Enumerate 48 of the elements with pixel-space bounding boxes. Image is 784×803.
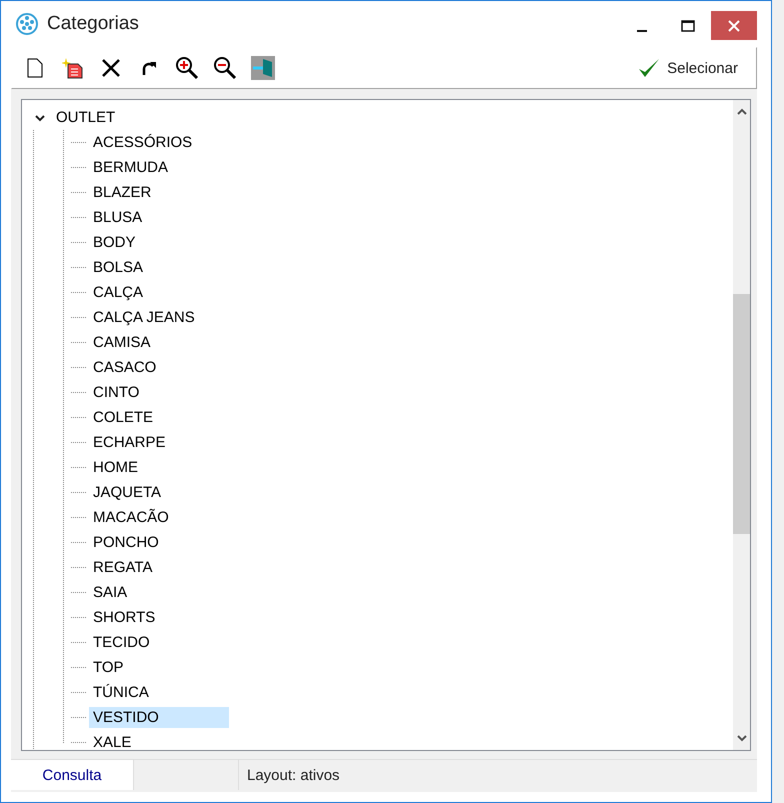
exit-door-icon	[251, 56, 275, 80]
tree-item[interactable]: BLAZER	[89, 182, 156, 203]
x-icon	[101, 58, 121, 78]
tree-item[interactable]: CALÇA	[89, 282, 148, 303]
status-text: Layout: ativos	[238, 760, 757, 790]
sparkle-document-icon	[62, 57, 84, 79]
tree-item[interactable]: MACACÃO	[89, 507, 173, 528]
tree-item[interactable]: XALE	[89, 732, 136, 750]
close-icon	[727, 18, 741, 32]
close-button[interactable]	[711, 11, 757, 40]
scrollbar[interactable]	[733, 100, 750, 750]
status-tab[interactable]: Consulta	[11, 760, 134, 790]
exit-button[interactable]	[250, 55, 276, 81]
app-icon	[15, 12, 39, 36]
zoom-out-button[interactable]	[212, 55, 238, 81]
tree-item[interactable]: HOME	[89, 457, 142, 478]
tree-item[interactable]: BLUSA	[89, 207, 146, 228]
tree-item[interactable]: REGATA	[89, 557, 156, 578]
document-icon	[27, 58, 43, 78]
tree-item[interactable]: ECHARPE	[89, 432, 170, 453]
zoom-in-button[interactable]	[174, 55, 200, 81]
tree-item[interactable]: TECIDO	[89, 632, 154, 653]
redo-arrow-icon	[140, 59, 158, 77]
tree-item[interactable]: OUTLET	[52, 107, 120, 128]
tree-item[interactable]: COLETE	[89, 407, 158, 428]
tree-item[interactable]: CALÇA JEANS	[89, 307, 199, 328]
checkmark-icon	[637, 57, 662, 79]
tree-item[interactable]: PONCHO	[89, 532, 163, 553]
window-title: Categorias	[47, 13, 140, 35]
maximize-icon	[681, 20, 695, 32]
scroll-thumb[interactable]	[733, 294, 750, 534]
zoom-in-icon	[175, 56, 199, 80]
tree-item[interactable]: CAMISA	[89, 332, 155, 353]
select-button[interactable]: Selecionar	[629, 53, 746, 83]
tree-item[interactable]: BOLSA	[89, 257, 148, 278]
tree-item[interactable]: CASACO	[89, 357, 160, 378]
tree-item[interactable]: TÚNICA	[89, 682, 153, 703]
minimize-icon	[637, 30, 647, 32]
tree-item[interactable]: CINTO	[89, 382, 144, 403]
tree-item[interactable]: SAIA	[89, 582, 132, 603]
tree-item[interactable]: ACESSÓRIOS	[89, 132, 196, 153]
tree-item[interactable]: BODY	[89, 232, 140, 253]
tree-item[interactable]: SHORTS	[89, 607, 160, 628]
tree-item[interactable]: VESTIDO	[89, 707, 229, 728]
tree-item[interactable]: JAQUETA	[89, 482, 166, 503]
tree-item[interactable]: BERMUDA	[89, 157, 172, 178]
tree-item[interactable]: TOP	[89, 657, 128, 678]
zoom-out-icon	[213, 56, 237, 80]
